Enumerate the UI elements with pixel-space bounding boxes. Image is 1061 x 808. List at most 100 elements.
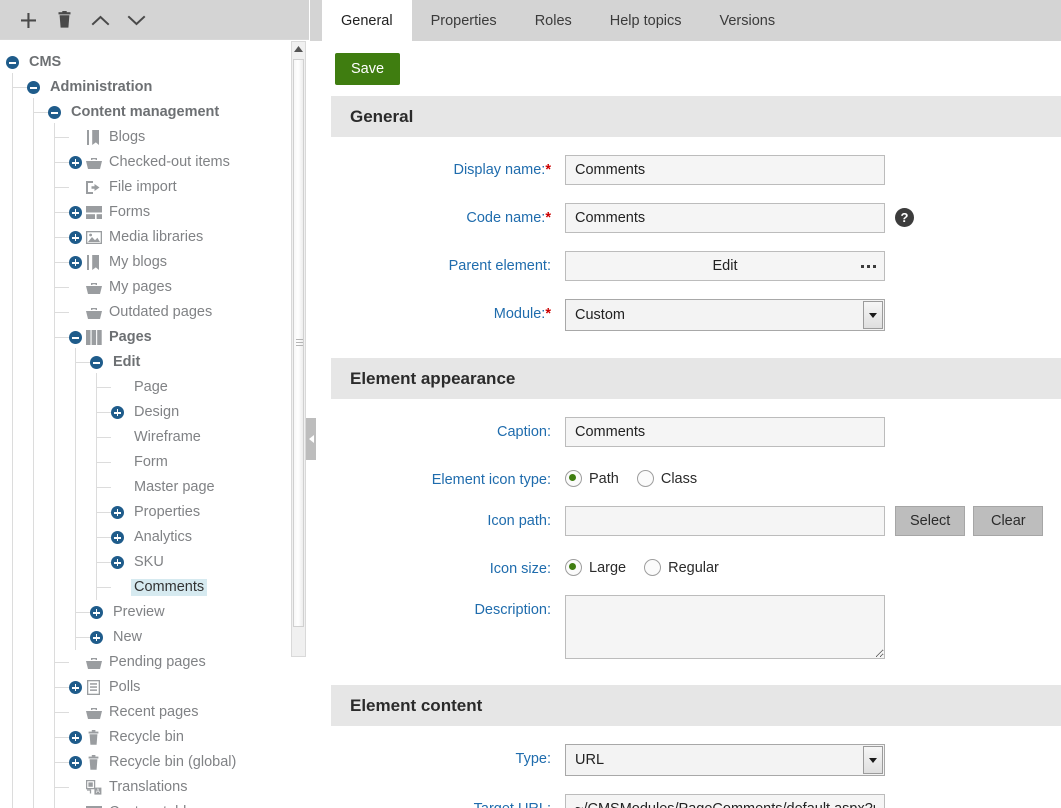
- tree-item-pages[interactable]: Pages: [0, 323, 292, 350]
- module-select[interactable]: Custom: [565, 299, 885, 331]
- radio-indicator[interactable]: [636, 470, 654, 487]
- tree-item-form[interactable]: Form: [0, 448, 292, 475]
- tab-properties[interactable]: Properties: [412, 0, 516, 41]
- tree-item-media-libraries[interactable]: Media libraries: [0, 223, 292, 250]
- expand-icon[interactable]: [111, 556, 124, 569]
- tree-item-file-import[interactable]: File import: [0, 173, 292, 200]
- expand-icon[interactable]: [69, 156, 82, 169]
- target-url-input[interactable]: [565, 794, 885, 808]
- tree-item-polls[interactable]: Polls: [0, 673, 292, 700]
- tree-item-recycle-bin[interactable]: Recycle bin: [0, 723, 292, 750]
- type-select[interactable]: URL: [565, 744, 885, 776]
- save-button[interactable]: Save: [335, 53, 401, 85]
- expand-icon[interactable]: [111, 531, 124, 544]
- collapse-icon[interactable]: [90, 356, 103, 369]
- tree-item-edit[interactable]: Edit: [0, 348, 292, 375]
- tab-roles[interactable]: Roles: [516, 0, 591, 41]
- move-up-icon[interactable]: [84, 4, 116, 36]
- expand-icon[interactable]: [69, 731, 82, 744]
- collapse-icon[interactable]: [48, 106, 61, 119]
- ellipsis-icon[interactable]: [861, 264, 876, 268]
- radio-indicator[interactable]: [644, 559, 662, 576]
- books-icon: [85, 329, 102, 346]
- expand-icon[interactable]: [90, 606, 103, 619]
- collapse-icon[interactable]: [6, 56, 19, 69]
- radio-indicator[interactable]: [565, 559, 582, 576]
- move-down-icon[interactable]: [120, 4, 152, 36]
- tree-item-comments[interactable]: Comments: [0, 573, 292, 600]
- scroll-up-arrow-icon[interactable]: [292, 42, 305, 56]
- tree-item-my-pages[interactable]: My pages: [0, 273, 292, 300]
- collapse-icon[interactable]: [69, 331, 82, 344]
- collapse-icon[interactable]: [27, 81, 40, 94]
- caption-input[interactable]: [565, 417, 885, 447]
- expand-icon[interactable]: [69, 231, 82, 244]
- select-icon-button[interactable]: Select: [895, 506, 966, 536]
- tree-item-pending-pages[interactable]: Pending pages: [0, 648, 292, 675]
- tree-item-preview[interactable]: Preview: [0, 598, 292, 625]
- trash-icon: [85, 754, 102, 771]
- tree-item-translations[interactable]: A Translations: [0, 773, 292, 800]
- expand-icon[interactable]: [90, 631, 103, 644]
- tree-item-outdated-pages[interactable]: Outdated pages: [0, 298, 292, 325]
- tree-item-custom-tables[interactable]: Custom tables: [0, 798, 292, 808]
- tree-item-blogs[interactable]: Blogs: [0, 123, 292, 150]
- tree-item-label: Recycle bin: [109, 728, 184, 745]
- tab-help-topics[interactable]: Help topics: [591, 0, 701, 41]
- tree-item-analytics[interactable]: Analytics: [0, 523, 292, 550]
- tree-item-label: SKU: [134, 553, 164, 570]
- help-icon[interactable]: ?: [895, 208, 914, 227]
- tree-item-master-page[interactable]: Master page: [0, 473, 292, 500]
- tree-item-wireframe[interactable]: Wireframe: [0, 423, 292, 450]
- description-textarea[interactable]: [565, 595, 885, 659]
- delete-icon[interactable]: [48, 4, 80, 36]
- tree-item-page[interactable]: Page: [0, 373, 292, 400]
- add-icon[interactable]: [12, 4, 44, 36]
- expand-icon[interactable]: [69, 681, 82, 694]
- scrollbar-thumb[interactable]: [293, 59, 304, 627]
- tree-scrollbar[interactable]: [291, 41, 306, 657]
- tree-item-checked-out-items[interactable]: Checked-out items: [0, 148, 292, 175]
- code-name-input[interactable]: [565, 203, 885, 233]
- expand-icon[interactable]: [69, 256, 82, 269]
- tree-item-cms[interactable]: CMS: [0, 50, 292, 75]
- section-header-content: Element content: [331, 685, 1061, 726]
- clear-icon-button[interactable]: Clear: [973, 506, 1044, 536]
- tree-toggle-placeholder: [111, 381, 124, 394]
- tree-item-administration[interactable]: Administration: [0, 73, 292, 100]
- tree-item-content-management[interactable]: Content management: [0, 98, 292, 125]
- label-code-name: Code name:*: [310, 203, 565, 226]
- parent-element-selector[interactable]: Edit: [565, 251, 885, 281]
- tree-item-label: Recycle bin (global): [109, 753, 237, 770]
- label-code-name-text: Code name:: [466, 210, 546, 226]
- tree-item-recent-pages[interactable]: Recent pages: [0, 698, 292, 725]
- tab-general[interactable]: General: [322, 0, 412, 41]
- element-icon-type-radio-class[interactable]: Class: [636, 470, 697, 487]
- translate-icon: A: [85, 779, 102, 796]
- display-name-input[interactable]: [565, 155, 885, 185]
- expand-icon[interactable]: [111, 406, 124, 419]
- tab-versions[interactable]: Versions: [701, 0, 795, 41]
- tree-item-my-blogs[interactable]: My blogs: [0, 248, 292, 275]
- tree-scroll-region[interactable]: CMS Administration Content management Blogs…: [0, 39, 309, 808]
- tree-item-label: My pages: [109, 278, 172, 295]
- tree-item-new[interactable]: New: [0, 623, 292, 650]
- expand-icon[interactable]: [69, 206, 82, 219]
- icon-path-input[interactable]: [565, 506, 885, 536]
- radio-indicator[interactable]: [565, 470, 582, 487]
- form-icon: [85, 204, 102, 221]
- icon-size-radio-regular[interactable]: Regular: [644, 559, 719, 576]
- expand-icon[interactable]: [69, 756, 82, 769]
- tree-item-label: Wireframe: [134, 428, 201, 445]
- radio-label: Large: [589, 559, 627, 576]
- tree-item-recycle-bin-global[interactable]: Recycle bin (global): [0, 748, 292, 775]
- tree-item-sku[interactable]: SKU: [0, 548, 292, 575]
- tree-item-design[interactable]: Design: [0, 398, 292, 425]
- tree-item-properties[interactable]: Properties: [0, 498, 292, 525]
- icon-size-radio-large[interactable]: Large: [565, 559, 626, 576]
- label-module: Module:*: [310, 299, 565, 322]
- tree-item-forms[interactable]: Forms: [0, 198, 292, 225]
- expand-icon[interactable]: [111, 506, 124, 519]
- element-icon-type-radio-path[interactable]: Path: [565, 470, 619, 487]
- panel-collapse-handle[interactable]: [306, 418, 316, 460]
